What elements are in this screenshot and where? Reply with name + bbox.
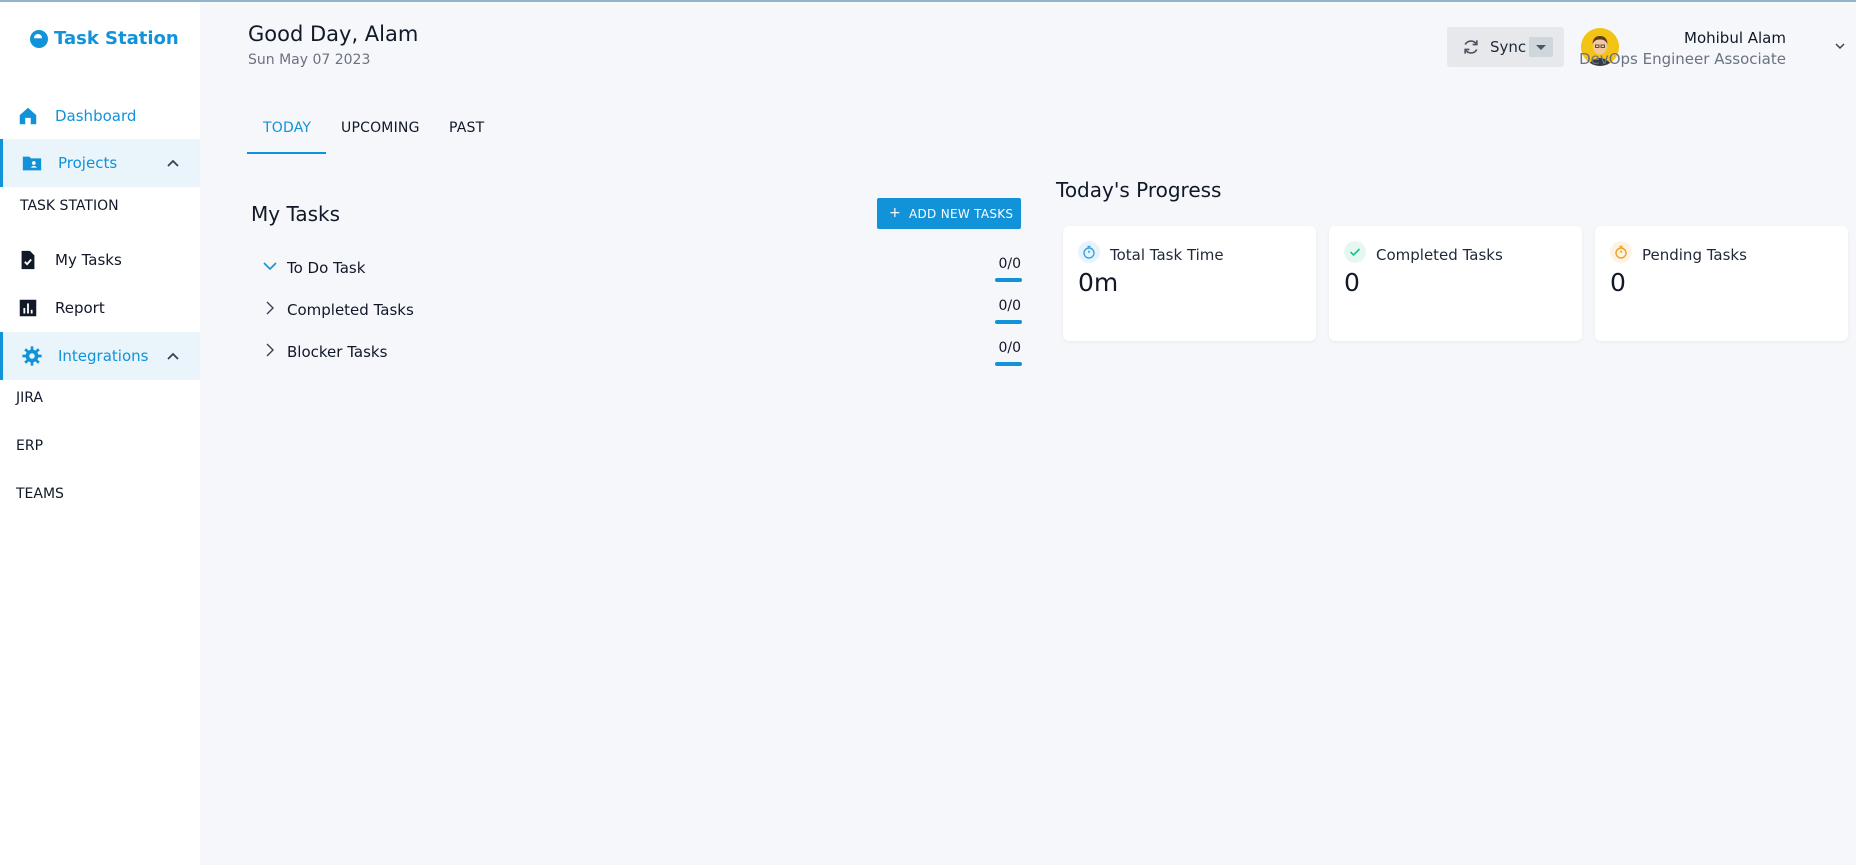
- total-task-time-card: Total Task Time 0m: [1063, 226, 1316, 341]
- chevron-right-icon[interactable]: [262, 342, 278, 358]
- card-label: Completed Tasks: [1376, 246, 1503, 264]
- sidebar: Task Station Dashboard Projects TASK STA…: [0, 2, 200, 865]
- sidebar-item-label: Dashboard: [55, 107, 137, 125]
- task-group-progress-bar: [995, 362, 1022, 366]
- add-new-tasks-button[interactable]: + ADD NEW TASKS: [877, 198, 1021, 229]
- card-value: 0: [1610, 268, 1626, 297]
- tab-today[interactable]: TODAY: [263, 120, 311, 136]
- task-group-label: To Do Task: [287, 259, 366, 277]
- chevron-down-icon[interactable]: [262, 258, 278, 274]
- brand-name: Task Station: [54, 28, 179, 49]
- sidebar-item-label: My Tasks: [55, 251, 122, 269]
- chevron-right-icon[interactable]: [262, 300, 278, 316]
- active-tab-indicator: [247, 152, 326, 154]
- task-group-count: 0/0: [998, 256, 1021, 272]
- check-icon: [1344, 241, 1366, 263]
- task-group-label: Blocker Tasks: [287, 343, 388, 361]
- sidebar-item-projects[interactable]: Projects: [0, 139, 200, 187]
- card-value: 0: [1344, 268, 1360, 297]
- user-role: DevOps Engineer Associate: [1579, 50, 1786, 68]
- chevron-up-icon[interactable]: [166, 156, 180, 170]
- sync-label: Sync: [1490, 38, 1527, 56]
- card-label: Total Task Time: [1110, 246, 1224, 264]
- task-group-progress-bar: [995, 278, 1022, 282]
- chevron-down-icon[interactable]: [1834, 40, 1846, 52]
- sync-dropdown-icon[interactable]: [1529, 37, 1553, 57]
- stopwatch-icon: [1078, 241, 1100, 263]
- task-group-count: 0/0: [998, 298, 1021, 314]
- sync-icon: [1464, 40, 1478, 54]
- integration-item-erp[interactable]: ERP: [16, 438, 43, 454]
- integration-item-teams[interactable]: TEAMS: [16, 486, 64, 502]
- timer-icon: [1610, 241, 1632, 263]
- sidebar-item-label: Projects: [58, 154, 118, 172]
- task-group-todo[interactable]: To Do Task 0/0: [260, 253, 1022, 285]
- chevron-up-icon[interactable]: [166, 349, 180, 363]
- greeting-title: Good Day, Alam: [248, 22, 419, 46]
- sidebar-item-label: Integrations: [58, 347, 149, 365]
- tab-upcoming[interactable]: UPCOMING: [341, 120, 420, 136]
- user-name[interactable]: Mohibul Alam: [1684, 29, 1786, 47]
- task-group-label: Completed Tasks: [287, 301, 414, 319]
- sidebar-item-integrations[interactable]: Integrations: [0, 332, 200, 380]
- add-new-tasks-label: ADD NEW TASKS: [909, 207, 1014, 221]
- integration-item-jira[interactable]: JIRA: [16, 390, 43, 406]
- sidebar-item-my-tasks[interactable]: My Tasks: [0, 236, 200, 284]
- project-item-task-station[interactable]: TASK STATION: [20, 198, 119, 214]
- tab-past[interactable]: PAST: [449, 120, 484, 136]
- task-group-progress-bar: [995, 320, 1022, 324]
- brand-logo[interactable]: Task Station: [30, 28, 179, 49]
- current-date: Sun May 07 2023: [248, 52, 371, 68]
- sync-button[interactable]: Sync: [1447, 27, 1564, 67]
- card-value: 0m: [1078, 268, 1119, 297]
- my-tasks-title: My Tasks: [251, 202, 341, 226]
- sidebar-item-report[interactable]: Report: [0, 284, 200, 332]
- sidebar-item-label: Report: [55, 299, 105, 317]
- task-group-completed[interactable]: Completed Tasks 0/0: [260, 295, 1022, 327]
- task-group-blocker[interactable]: Blocker Tasks 0/0: [260, 337, 1022, 369]
- card-label: Pending Tasks: [1642, 246, 1747, 264]
- folder-user-icon: [22, 156, 42, 171]
- completed-tasks-card: Completed Tasks 0: [1329, 226, 1582, 341]
- pending-tasks-card: Pending Tasks 0: [1595, 226, 1848, 341]
- plus-icon: +: [889, 205, 901, 221]
- todays-progress-title: Today's Progress: [1056, 178, 1222, 202]
- task-station-logo-icon: [30, 29, 48, 48]
- task-document-icon: [21, 250, 35, 270]
- home-icon: [19, 107, 37, 125]
- task-group-count: 0/0: [998, 340, 1021, 356]
- bar-chart-icon: [19, 299, 37, 317]
- sidebar-item-dashboard[interactable]: Dashboard: [0, 92, 200, 140]
- gear-icon: [22, 346, 42, 366]
